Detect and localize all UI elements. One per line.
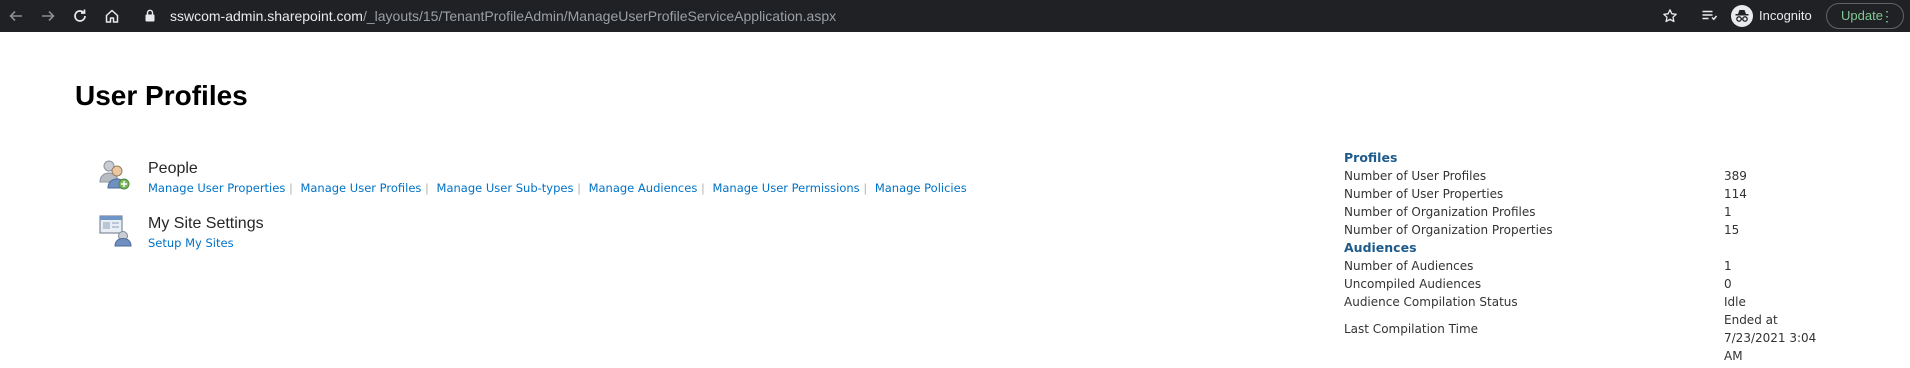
stats-value: 1 bbox=[1724, 205, 1732, 219]
audiences-heading: Audiences bbox=[1344, 240, 1417, 255]
stats-label: Audience Compilation Status bbox=[1344, 295, 1518, 309]
people-heading: People bbox=[148, 160, 198, 177]
stats-value: Idle bbox=[1724, 295, 1746, 309]
stats-value: Ended at 7/23/2021 3:04 AM bbox=[1724, 313, 1817, 363]
profiles-heading: Profiles bbox=[1344, 150, 1398, 165]
incognito-label: Incognito bbox=[1759, 8, 1812, 23]
more-vertical-icon[interactable]: ⋮ bbox=[1880, 4, 1894, 28]
link-separator: | bbox=[701, 181, 705, 195]
update-button[interactable]: Update ⋮ bbox=[1826, 3, 1904, 29]
stats-row: Audience Compilation Status Idle bbox=[1344, 293, 1910, 311]
address-bar[interactable]: sswcom-admin.sharepoint.com/_layouts/15/… bbox=[170, 7, 836, 25]
arrow-right-icon[interactable] bbox=[38, 6, 58, 26]
stats-row: Number of Organization Properties 15 bbox=[1344, 221, 1910, 239]
star-icon[interactable] bbox=[1660, 6, 1680, 26]
my-site-settings-links: Setup My Sites bbox=[148, 235, 234, 251]
update-label: Update bbox=[1841, 8, 1883, 23]
stats-label: Number of User Properties bbox=[1344, 187, 1504, 201]
arrow-left-icon[interactable] bbox=[6, 6, 26, 26]
my-site-settings-icon bbox=[98, 213, 132, 247]
stats-value: 1 bbox=[1724, 259, 1732, 273]
reading-list-icon[interactable] bbox=[1699, 6, 1719, 26]
stats-value: 389 bbox=[1724, 169, 1747, 183]
manage-user-sub-types-link[interactable]: Manage User Sub-types bbox=[437, 181, 574, 195]
link-separator: | bbox=[863, 181, 867, 195]
stats-row: Last Compilation Time Ended at 7/23/2021… bbox=[1344, 311, 1910, 363]
people-links: Manage User Properties | Manage User Profi… bbox=[148, 180, 967, 196]
stats-label: Uncompiled Audiences bbox=[1344, 277, 1482, 291]
reload-icon[interactable] bbox=[70, 6, 90, 26]
stats-panel: Profiles Number of User Profiles 389 Num… bbox=[1344, 149, 1910, 363]
people-icon bbox=[98, 158, 130, 192]
stats-row: Number of User Profiles 389 bbox=[1344, 167, 1910, 185]
lock-icon[interactable] bbox=[145, 9, 155, 27]
stats-row: Number of User Properties 114 bbox=[1344, 185, 1910, 203]
manage-user-permissions-link[interactable]: Manage User Permissions bbox=[712, 181, 859, 195]
incognito-icon[interactable] bbox=[1731, 5, 1753, 27]
stats-row: Uncompiled Audiences 0 bbox=[1344, 275, 1910, 293]
manage-policies-link[interactable]: Manage Policies bbox=[875, 181, 967, 195]
stats-value: 15 bbox=[1724, 223, 1740, 237]
stats-label: Last Compilation Time bbox=[1344, 322, 1479, 336]
link-separator: | bbox=[577, 181, 581, 195]
url-path: /_layouts/15/TenantProfileAdmin/ManageUs… bbox=[362, 8, 837, 24]
my-site-settings-heading: My Site Settings bbox=[148, 215, 264, 232]
setup-my-sites-link[interactable]: Setup My Sites bbox=[148, 236, 234, 250]
link-separator: | bbox=[289, 181, 293, 195]
stats-label: Number of User Profiles bbox=[1344, 169, 1487, 183]
browser-toolbar: sswcom-admin.sharepoint.com/_layouts/15/… bbox=[0, 0, 1910, 32]
manage-user-profiles-link[interactable]: Manage User Profiles bbox=[300, 181, 421, 195]
stats-value: 0 bbox=[1724, 277, 1732, 291]
stats-label: Number of Audiences bbox=[1344, 259, 1474, 273]
home-icon[interactable] bbox=[102, 6, 122, 26]
manage-user-properties-link[interactable]: Manage User Properties bbox=[148, 181, 285, 195]
stats-row: Number of Organization Profiles 1 bbox=[1344, 203, 1910, 221]
stats-row: Number of Audiences 1 bbox=[1344, 257, 1910, 275]
manage-audiences-link[interactable]: Manage Audiences bbox=[589, 181, 698, 195]
link-separator: | bbox=[425, 181, 429, 195]
stats-label: Number of Organization Profiles bbox=[1344, 205, 1536, 219]
page-title: User Profiles bbox=[75, 80, 248, 111]
stats-value: 114 bbox=[1724, 187, 1747, 201]
stats-label: Number of Organization Properties bbox=[1344, 223, 1553, 237]
url-host: sswcom-admin.sharepoint.com bbox=[170, 8, 363, 24]
